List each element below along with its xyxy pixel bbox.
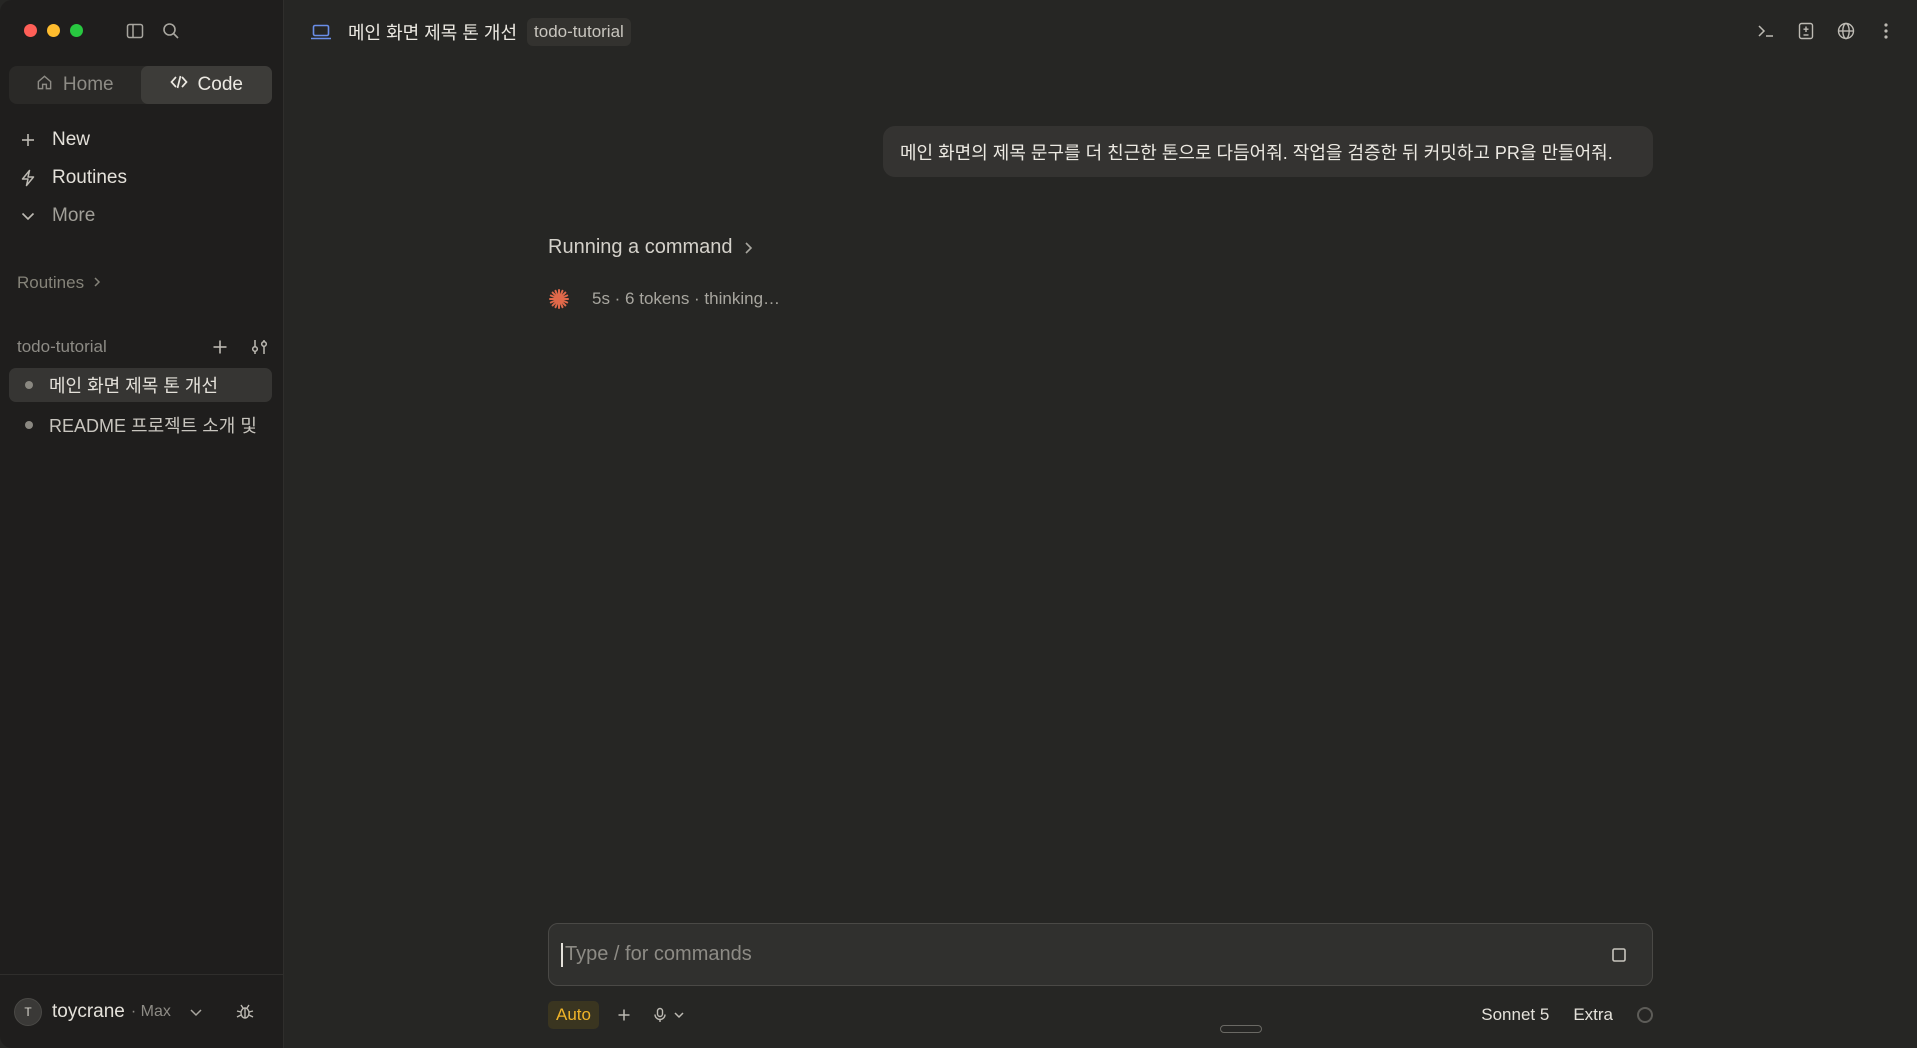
user-name[interactable]: toycrane: [52, 1001, 125, 1023]
filter-sliders-icon[interactable]: [248, 335, 272, 359]
session-header: 메인 화면 제목 톤 개선 todo-tutorial: [310, 18, 631, 46]
microphone-icon[interactable]: [653, 1007, 667, 1023]
prompt-input[interactable]: Type / for commands: [548, 923, 1653, 986]
bolt-icon: [20, 169, 36, 187]
tab-home-label: Home: [62, 74, 114, 95]
session-item[interactable]: 메인 화면 제목 톤 개선: [9, 368, 272, 402]
prompt-placeholder: Type / for commands: [565, 943, 752, 965]
code-icon: [169, 73, 188, 97]
permission-mode-button[interactable]: Auto: [548, 1001, 599, 1029]
chevron-right-icon: [743, 241, 753, 255]
routines-section-label: Routines: [17, 273, 85, 292]
tab-home[interactable]: Home: [9, 66, 141, 104]
page-title: 메인 화면 제목 톤 개선: [348, 23, 518, 43]
model-selector[interactable]: Sonnet 5: [1481, 1005, 1549, 1025]
close-window-button[interactable]: [24, 24, 37, 37]
spinner-asterisk-icon: [548, 288, 570, 310]
main-panel: 메인 화면 제목 톤 개선 todo-tutorial 메인 화면의 제목 문구…: [285, 0, 1917, 1048]
stop-button[interactable]: [1606, 942, 1632, 968]
sidebar-item-more[interactable]: More: [20, 202, 95, 230]
session-label: 메인 화면 제목 톤 개선: [49, 376, 219, 396]
text-caret: [561, 942, 563, 967]
sidebar-item-routines[interactable]: Routines: [20, 164, 127, 192]
diff-file-icon[interactable]: [1795, 20, 1817, 42]
tool-call-title: Running a command: [548, 236, 733, 258]
chevron-down-icon: [20, 208, 36, 224]
model-controls: Sonnet 5 Extra: [1481, 1005, 1653, 1025]
sidebar-toggle-icon[interactable]: [124, 20, 146, 42]
home-icon: [36, 74, 53, 97]
app-window: Home Code New Routines More Routines tod…: [0, 0, 1917, 1048]
thinking-status-text: 5s · 6 tokens · thinking…: [592, 289, 781, 308]
plus-icon: [20, 132, 36, 148]
sidebar-item-label: Routines: [52, 167, 127, 188]
chevron-right-icon: [92, 273, 102, 293]
routines-section-link[interactable]: Routines: [17, 273, 102, 293]
mode-switcher: Home Code: [9, 66, 272, 104]
tab-code-label: Code: [197, 74, 243, 95]
session-status-dot: [25, 381, 33, 389]
tool-call-header[interactable]: Running a command: [548, 236, 753, 259]
sidebar-item-label: New: [52, 129, 91, 150]
zoom-window-button[interactable]: [70, 24, 83, 37]
debug-bug-icon[interactable]: [235, 1002, 255, 1022]
session-status-dot: [25, 421, 33, 429]
search-icon[interactable]: [160, 20, 182, 42]
composer-toolbar: Auto Sonnet 5 Extra: [548, 1001, 1653, 1029]
avatar[interactable]: T: [14, 997, 42, 1026]
attach-plus-icon[interactable]: [617, 1008, 631, 1022]
user-plan: · Max: [130, 1002, 171, 1020]
sidebar-item-new[interactable]: New: [20, 126, 90, 154]
effort-selector[interactable]: Extra: [1573, 1005, 1613, 1025]
user-footer: T toycrane · Max: [0, 974, 284, 1048]
laptop-icon: [310, 23, 332, 41]
globe-icon[interactable]: [1835, 20, 1857, 42]
header-actions: [1755, 20, 1897, 42]
user-message-bubble: 메인 화면의 제목 문구를 더 친근한 톤으로 다듬어줘. 작업을 검증한 뒤 …: [883, 126, 1653, 177]
sidebar-item-label: More: [52, 205, 96, 226]
project-name: todo-tutorial: [17, 337, 107, 356]
account-chevron-down-icon[interactable]: [189, 1005, 203, 1019]
tab-code[interactable]: Code: [140, 66, 272, 104]
terminal-icon[interactable]: [1755, 20, 1777, 42]
minimize-window-button[interactable]: [47, 24, 60, 37]
context-usage-ring[interactable]: [1637, 1007, 1653, 1023]
session-item[interactable]: README 프로젝트 소개 및: [9, 408, 272, 442]
session-label: README 프로젝트 소개 및: [49, 416, 257, 436]
resize-handle[interactable]: [1220, 1025, 1262, 1033]
project-header: todo-tutorial: [17, 335, 272, 359]
window-controls: [24, 24, 83, 37]
thinking-status: 5s · 6 tokens · thinking…: [548, 288, 780, 310]
more-vertical-icon[interactable]: [1875, 20, 1897, 42]
repo-chip[interactable]: todo-tutorial: [527, 18, 631, 46]
voice-chevron-down-icon[interactable]: [673, 1009, 685, 1021]
sidebar: Home Code New Routines More Routines tod…: [0, 0, 284, 1048]
new-session-button[interactable]: [208, 335, 232, 359]
